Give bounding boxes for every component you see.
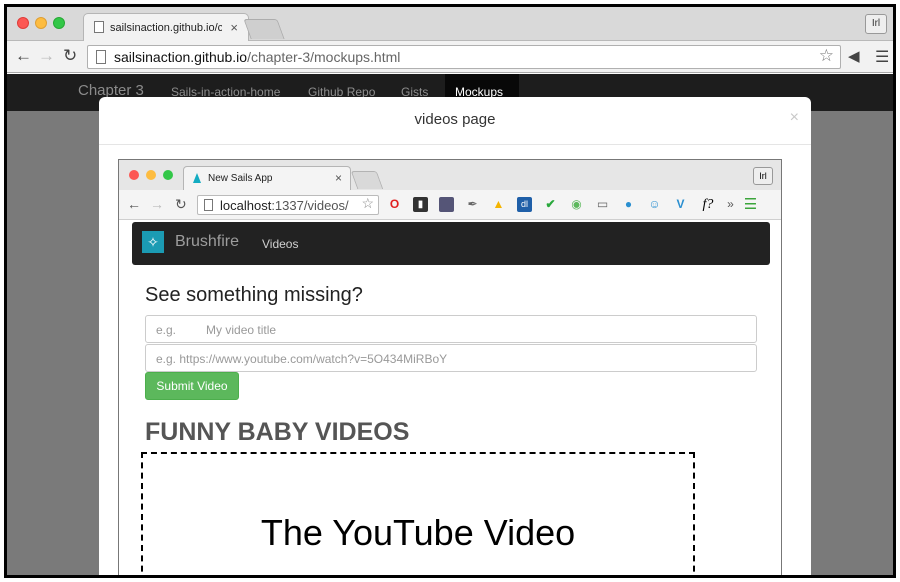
page-icon bbox=[204, 199, 213, 211]
minimize-window-icon[interactable] bbox=[35, 17, 47, 29]
eyedropper-extension-icon: ✒ bbox=[467, 197, 478, 211]
check-extension-icon: ✔ bbox=[545, 197, 556, 211]
outer-tab[interactable]: sailsinaction.github.io/chap × bbox=[83, 13, 249, 41]
submit-video-button: Submit Video bbox=[145, 372, 239, 400]
globe-extension-icon: ● bbox=[624, 197, 633, 211]
video-placeholder-label: The YouTube Video bbox=[260, 512, 576, 553]
opera-extension-icon: O bbox=[389, 197, 400, 211]
app-navbar: ✧ Brushfire Videos bbox=[132, 222, 770, 265]
bookmark-star-icon: ☆ bbox=[361, 195, 374, 211]
more-extensions-icon: » bbox=[727, 197, 734, 211]
reload-icon: ↻ bbox=[175, 196, 187, 212]
sails-icon bbox=[193, 173, 201, 183]
page-icon bbox=[96, 50, 106, 64]
function-extension-icon: f? bbox=[702, 197, 714, 212]
outer-tab-title: sailsinaction.github.io/chap bbox=[110, 22, 222, 34]
video-title-input: e.g. My video title bbox=[145, 315, 757, 343]
mockup-modal: videos page × New Sails App × Irl ← → ↻ bbox=[99, 97, 811, 575]
reload-icon[interactable]: ↻ bbox=[63, 46, 77, 66]
outer-toolbar: ← → ↻ sailsinaction.github.io/chapter-3/… bbox=[7, 41, 893, 73]
vue-extension-icon: V bbox=[676, 197, 685, 211]
back-arrow-icon[interactable]: ← bbox=[15, 46, 32, 66]
inner-tab: New Sails App × bbox=[183, 166, 351, 190]
close-tab-icon: × bbox=[334, 171, 342, 185]
modal-title: videos page bbox=[414, 111, 496, 128]
nav-link-videos: Videos bbox=[262, 237, 299, 251]
inner-tab-title: New Sails App bbox=[208, 173, 273, 184]
url-path: /chapter-3/mockups.html bbox=[247, 49, 401, 65]
minimize-window-icon bbox=[146, 170, 156, 180]
url-host: sailsinaction.github.io bbox=[114, 49, 248, 65]
inner-toolbar: ← → ↻ localhost:1337/videos/ ☆ O ▮ ✒ ▲ d… bbox=[119, 190, 781, 220]
modal-close-icon[interactable]: × bbox=[790, 109, 799, 127]
profile-button[interactable]: Irl bbox=[865, 14, 887, 34]
section-title: FUNNY BABY VIDEOS bbox=[145, 418, 410, 446]
cast-extension-icon: ▭ bbox=[596, 197, 609, 211]
menu-icon[interactable]: ☰ bbox=[875, 47, 889, 67]
inner-address-bar: localhost:1337/videos/ ☆ bbox=[197, 195, 379, 215]
inner-tab-bar: New Sails App × Irl bbox=[119, 160, 781, 190]
outer-tab-bar: sailsinaction.github.io/chap × Irl bbox=[7, 7, 893, 41]
bookmark-star-icon[interactable]: ☆ bbox=[819, 46, 834, 66]
new-tab-button[interactable] bbox=[243, 19, 285, 39]
forward-arrow-icon: → bbox=[150, 196, 164, 212]
screenshot-frame: sailsinaction.github.io/chap × Irl ← → ↻… bbox=[4, 4, 896, 578]
analytics-extension-icon: dl bbox=[517, 197, 532, 212]
page-icon bbox=[94, 21, 104, 33]
outer-address-bar[interactable]: sailsinaction.github.io/chapter-3/mockup… bbox=[87, 45, 841, 69]
maximize-window-icon[interactable] bbox=[53, 17, 65, 29]
forward-arrow-icon[interactable]: → bbox=[38, 46, 55, 66]
pin-extension-icon: ◉ bbox=[571, 197, 582, 211]
url-path: :1337/videos/ bbox=[271, 198, 349, 213]
url-host: localhost bbox=[220, 198, 272, 213]
menu-icon: ☰ bbox=[743, 196, 758, 213]
modal-header: videos page × bbox=[99, 97, 811, 145]
video-placeholder: The YouTube Video bbox=[141, 452, 695, 575]
back-arrow-icon: ← bbox=[127, 196, 141, 212]
inner-browser-mockup: New Sails App × Irl ← → ↻ localhost:1337… bbox=[118, 159, 782, 575]
video-url-input: e.g. https://www.youtube.com/watch?v=5O4… bbox=[145, 344, 757, 372]
brushfire-logo-icon: ✧ bbox=[142, 231, 164, 253]
speaker-icon[interactable]: ◀ bbox=[848, 47, 860, 65]
app-brand: Brushfire bbox=[175, 233, 240, 250]
drive-extension-icon: ▲ bbox=[492, 197, 505, 211]
maximize-window-icon bbox=[163, 170, 173, 180]
new-tab-button bbox=[350, 171, 384, 189]
close-tab-icon[interactable]: × bbox=[230, 20, 238, 35]
form-heading: See something missing? bbox=[145, 284, 363, 306]
profile-button: Irl bbox=[753, 167, 773, 185]
phone-extension-icon: ▮ bbox=[413, 197, 428, 212]
grid-extension-icon bbox=[439, 197, 454, 212]
close-window-icon[interactable] bbox=[17, 17, 29, 29]
wave-extension-icon: ☺ bbox=[648, 197, 661, 211]
close-window-icon bbox=[129, 170, 139, 180]
